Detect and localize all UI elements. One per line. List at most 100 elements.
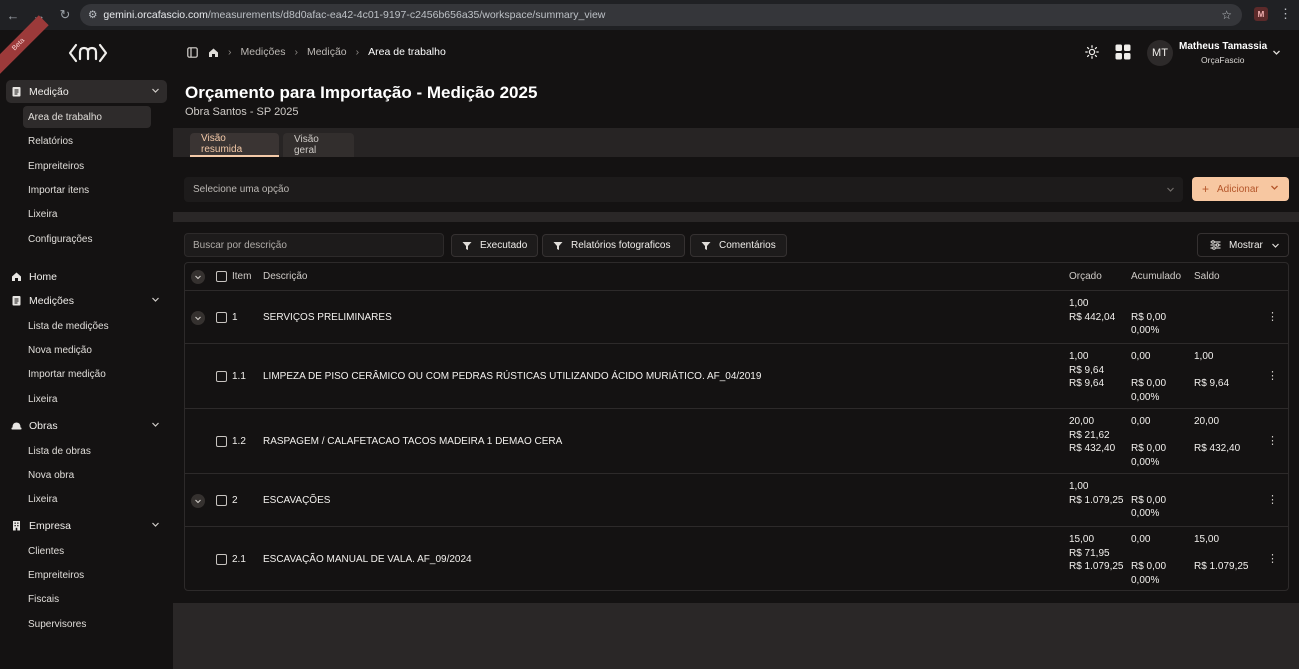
cell-orcado: R$ 442,04 bbox=[1069, 311, 1116, 323]
breadcrumb-current: Area de trabalho bbox=[368, 46, 446, 58]
sidebar-item[interactable]: Nova obra bbox=[23, 464, 151, 486]
top-bar: › Medições › Medição › Area de trabalho … bbox=[173, 30, 1299, 76]
row-checkbox[interactable] bbox=[216, 554, 227, 565]
option-select-placeholder: Selecione uma opção bbox=[193, 184, 290, 195]
row-checkbox[interactable] bbox=[216, 436, 227, 447]
table-panel: Buscar por descrição Executado Relatório… bbox=[173, 222, 1299, 603]
sidebar-item[interactable]: Empreiteiros bbox=[23, 564, 151, 586]
table-row[interactable]: 1.1 LIMPEZA DE PISO CERÂMICO OU COM PEDRA… bbox=[185, 344, 1288, 409]
sidebar-item[interactable]: Empreiteiros bbox=[23, 155, 151, 177]
sidebar-item[interactable]: Clientes bbox=[23, 540, 151, 562]
table-group-row[interactable]: 2 ESCAVAÇÕES 1,00 R$ 1.079,25 R$ 0,00 0,00% ⋮ bbox=[185, 474, 1288, 527]
cell-orcado: 1,00 bbox=[1069, 298, 1089, 309]
sidebar-item[interactable]: Nova medição bbox=[23, 339, 151, 361]
cell-acumulado: 0,00 bbox=[1131, 534, 1151, 545]
show-columns-button[interactable]: Mostrar bbox=[1197, 233, 1289, 257]
chevron-down-icon bbox=[151, 420, 160, 432]
sidebar: Beta Medição Area de trabalho Relatórios Em… bbox=[0, 15, 173, 669]
user-org: OrçaFascio bbox=[1201, 55, 1245, 65]
filter-relatorios-label: Relatórios fotograficos bbox=[571, 240, 671, 251]
sidebar-section-empresa[interactable]: Empresa bbox=[6, 514, 167, 537]
filter-comentarios-label: Comentários bbox=[719, 240, 776, 251]
browser-menu-icon[interactable]: ⋮ bbox=[1279, 6, 1292, 22]
apps-grid-icon[interactable] bbox=[1115, 44, 1131, 60]
row-checkbox[interactable] bbox=[216, 312, 227, 323]
cell-orcado: R$ 9,64 bbox=[1069, 378, 1105, 389]
home-icon[interactable] bbox=[208, 47, 219, 58]
table-group-row[interactable]: 1 SERVIÇOS PRELIMINARES 1,00 R$ 442,04 R$ 0,… bbox=[185, 291, 1288, 344]
site-info-icon[interactable]: ⚙ bbox=[88, 9, 97, 21]
sidebar-section-label: Obras bbox=[29, 419, 58, 432]
row-checkbox[interactable] bbox=[216, 495, 227, 506]
sidebar-section-obras[interactable]: Obras bbox=[6, 414, 167, 437]
cell-acumulado: R$ 0,00 bbox=[1131, 378, 1167, 389]
cell-orcado: 1,00 bbox=[1069, 351, 1089, 362]
sidebar-item[interactable]: Area de trabalho bbox=[23, 106, 151, 128]
search-input[interactable]: Buscar por descrição bbox=[184, 233, 444, 257]
cell-acumulado: 0,00% bbox=[1131, 456, 1160, 468]
table-header: Item Descrição Orçado Acumulado Saldo bbox=[185, 263, 1288, 291]
table-row[interactable]: 1.2 RASPAGEM / CALAFETACAO TACOS MADEIRA … bbox=[185, 409, 1288, 474]
sidebar-item[interactable]: Lixeira bbox=[23, 203, 151, 225]
table-row[interactable]: 2.1 ESCAVAÇÃO MANUAL DE VALA. AF_09/2024 1… bbox=[185, 527, 1288, 592]
browser-profile-avatar[interactable]: M bbox=[1254, 7, 1268, 21]
orcafascio-logo bbox=[68, 43, 108, 63]
sidebar-item[interactable]: Importar itens bbox=[23, 179, 151, 201]
sidebar-section-medicao[interactable]: Medição bbox=[6, 80, 167, 103]
row-checkbox[interactable] bbox=[216, 371, 227, 382]
cell-descricao: RASPAGEM / CALAFETACAO TACOS MADEIRA 1 D… bbox=[263, 435, 563, 447]
sidebar-item[interactable]: Fiscais bbox=[23, 588, 151, 610]
sidebar-item[interactable]: Supervisores bbox=[23, 613, 151, 635]
row-menu-icon[interactable]: ⋮ bbox=[1267, 435, 1278, 447]
tab-visao-geral[interactable]: Visão geral bbox=[283, 133, 354, 157]
cell-orcado: 20,00 bbox=[1069, 416, 1095, 427]
tabs-bar: Visão resumida Visão geral bbox=[173, 128, 1299, 157]
cell-descricao: SERVIÇOS PRELIMINARES bbox=[263, 311, 392, 323]
chevron-down-icon[interactable] bbox=[1272, 48, 1281, 57]
filter-relatorios-button[interactable]: Relatórios fotograficos bbox=[542, 234, 685, 257]
select-all-checkbox[interactable] bbox=[216, 271, 227, 282]
back-icon[interactable]: ← bbox=[0, 0, 26, 30]
sidebar-item[interactable]: Lista de medições bbox=[23, 315, 151, 337]
sliders-icon bbox=[1210, 240, 1221, 250]
row-menu-icon[interactable]: ⋮ bbox=[1267, 370, 1278, 382]
filter-executado-button[interactable]: Executado bbox=[451, 234, 538, 257]
sidebar-toggle-icon[interactable] bbox=[187, 46, 198, 58]
tab-visao-resumida[interactable]: Visão resumida bbox=[190, 133, 279, 157]
cell-orcado: R$ 432,40 bbox=[1069, 443, 1116, 454]
breadcrumb-medicao[interactable]: Medição bbox=[307, 46, 347, 58]
bookmark-star-icon[interactable]: ☆ bbox=[1221, 8, 1232, 22]
sidebar-item[interactable]: Lista de obras bbox=[23, 440, 151, 462]
user-name[interactable]: Matheus Tamassia bbox=[1179, 41, 1267, 52]
sidebar-section-home[interactable]: Home bbox=[6, 265, 167, 288]
header-descricao: Descrição bbox=[263, 271, 308, 282]
sidebar-item[interactable]: Importar medição bbox=[23, 363, 151, 385]
cell-acumulado: R$ 0,00 bbox=[1131, 561, 1167, 572]
sidebar-section-label: Medição bbox=[29, 85, 69, 98]
cell-orcado: 15,00 bbox=[1069, 534, 1095, 545]
row-menu-icon[interactable]: ⋮ bbox=[1267, 494, 1278, 506]
option-select[interactable]: Selecione uma opção bbox=[184, 177, 1183, 202]
reload-icon[interactable]: ↻ bbox=[52, 0, 78, 30]
sidebar-item[interactable]: Relatórios bbox=[23, 130, 151, 152]
row-menu-icon[interactable]: ⋮ bbox=[1267, 553, 1278, 565]
add-button[interactable]: + Adicionar bbox=[1192, 177, 1289, 201]
row-menu-icon[interactable]: ⋮ bbox=[1267, 311, 1278, 323]
breadcrumb-medicoes[interactable]: Medições bbox=[241, 46, 286, 58]
theme-toggle-sun-icon[interactable] bbox=[1085, 45, 1099, 59]
sidebar-item[interactable]: Lixeira bbox=[23, 388, 151, 410]
filter-comentarios-button[interactable]: Comentários bbox=[690, 234, 787, 257]
sidebar-section-medicoes[interactable]: Medições bbox=[6, 289, 167, 312]
header-acumulado: Acumulado bbox=[1131, 271, 1182, 282]
expand-all-toggle[interactable] bbox=[191, 270, 205, 284]
sidebar-item[interactable]: Configurações bbox=[23, 228, 151, 250]
row-expand-toggle[interactable] bbox=[191, 493, 205, 508]
browser-toolbar: ← → ↻ ⚙ gemini.orcafascio.com/measuremen… bbox=[0, 0, 1299, 30]
sidebar-section-label: Empresa bbox=[29, 519, 72, 532]
user-avatar[interactable]: MT bbox=[1147, 40, 1173, 66]
sidebar-item[interactable]: Lixeira bbox=[23, 488, 151, 510]
breadcrumb: › Medições › Medição › Area de trabalho bbox=[187, 46, 446, 58]
header-item: Item bbox=[232, 271, 252, 282]
row-expand-toggle[interactable] bbox=[191, 310, 205, 325]
address-bar[interactable]: ⚙ gemini.orcafascio.com/measurements/d8d… bbox=[80, 4, 1242, 26]
